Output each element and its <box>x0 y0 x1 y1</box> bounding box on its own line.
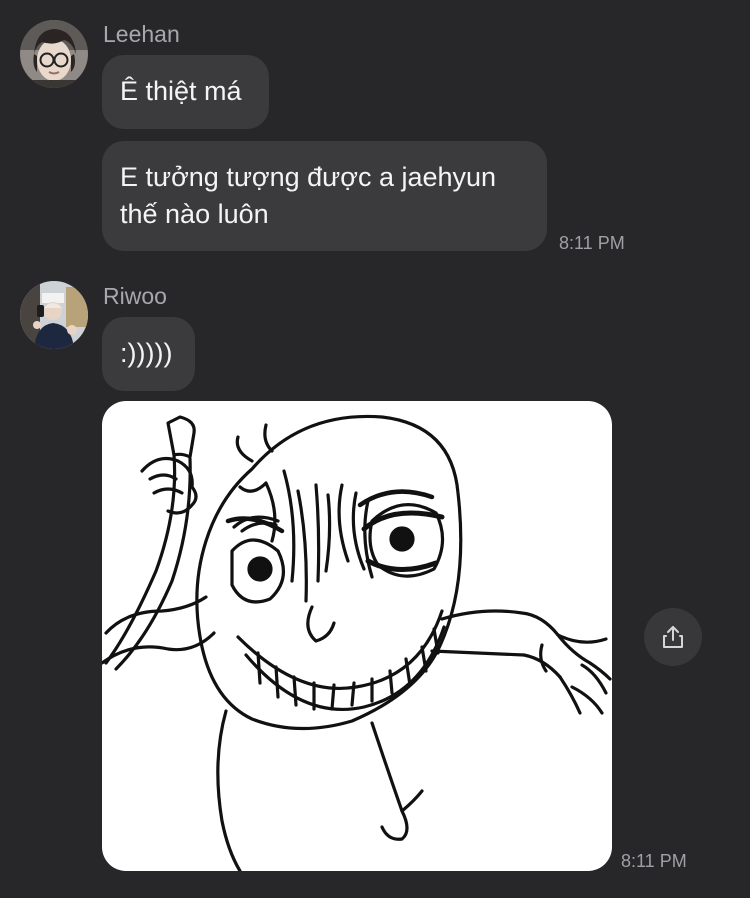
share-button[interactable] <box>644 608 702 666</box>
message-bubble[interactable]: :))))) <box>102 317 195 391</box>
riwoo-avatar[interactable] <box>20 281 88 349</box>
message-text: Ê thiệt má <box>120 76 242 106</box>
message-bubble[interactable]: E tưởng tượng được a jaehyun thế nào luô… <box>102 141 547 251</box>
message-timestamp: 8:11 PM <box>621 851 687 871</box>
share-icon <box>663 626 683 648</box>
person-with-glasses-avatar-icon <box>20 20 88 88</box>
message-text: :))))) <box>120 338 173 368</box>
message-bubble[interactable]: Ê thiệt má <box>102 55 269 129</box>
sender-name: Riwoo <box>103 283 167 309</box>
image-attachment[interactable] <box>102 401 612 871</box>
person-selfie-avatar-icon <box>20 281 88 349</box>
message-timestamp: 8:11 PM <box>559 233 625 253</box>
leehan-avatar[interactable] <box>20 20 88 88</box>
sender-name: Leehan <box>103 21 180 47</box>
creepy-grinning-face-drawing-image <box>102 414 612 871</box>
message-text: E tưởng tượng được a jaehyun thế nào luô… <box>120 162 497 229</box>
